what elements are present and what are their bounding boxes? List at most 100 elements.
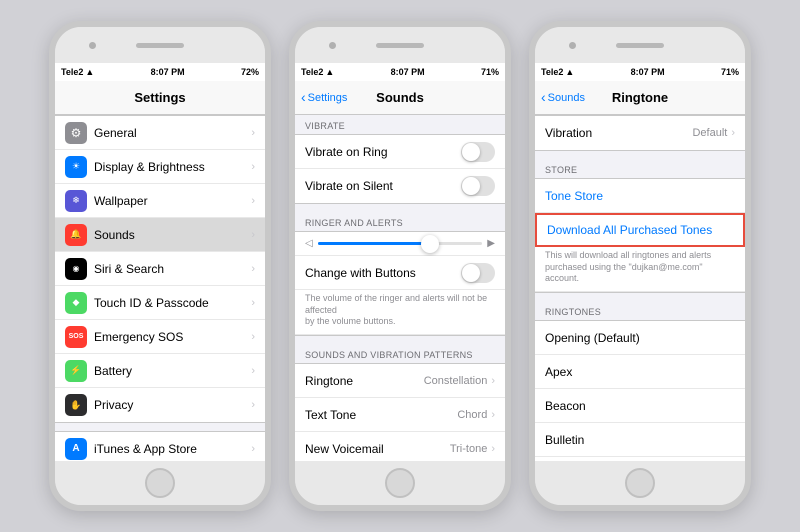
ringtone-opening[interactable]: Opening (Default) bbox=[535, 321, 745, 355]
camera-1 bbox=[89, 42, 96, 49]
vibrate-ring-label: Vibrate on Ring bbox=[305, 145, 461, 159]
speaker-3 bbox=[616, 43, 664, 48]
touchid-label: Touch ID & Passcode bbox=[94, 296, 251, 310]
ringer-section: ◁ ▶ Change with Buttons The volume of th… bbox=[295, 231, 505, 336]
section-1: ⚙ General › ☀ Display & Brightness › ❄ W… bbox=[55, 115, 265, 423]
battery-3: 71% bbox=[721, 67, 739, 77]
phone-bottom-2 bbox=[295, 461, 505, 505]
signal-1: ▲ bbox=[85, 67, 94, 77]
ringtone-opening-label: Opening (Default) bbox=[545, 331, 735, 345]
settings-list: ⚙ General › ☀ Display & Brightness › ❄ W… bbox=[55, 115, 265, 461]
chevron-wallpaper: › bbox=[251, 195, 255, 207]
list-item-sounds[interactable]: 🔔 Sounds › bbox=[55, 218, 265, 252]
ringtone-by-the-seaside[interactable]: By The Seaside bbox=[535, 457, 745, 461]
download-tones-item[interactable]: Download All Purchased Tones bbox=[535, 213, 745, 247]
ringtone-beacon-label: Beacon bbox=[545, 399, 735, 413]
vibrate-section: Vibrate on Ring Vibrate on Silent bbox=[295, 134, 505, 204]
sounds-content: VIBRATE Vibrate on Ring Vibrate on Silen… bbox=[295, 115, 505, 461]
appstore-label: iTunes & App Store bbox=[94, 442, 251, 456]
time-2: 8:07 PM bbox=[391, 67, 425, 77]
ringtone-content: Vibration Default › STORE Tone Store Dow… bbox=[535, 115, 745, 461]
list-item-wallpaper[interactable]: ❄ Wallpaper › bbox=[55, 184, 265, 218]
vibrate-ring-item[interactable]: Vibrate on Ring bbox=[295, 135, 505, 169]
general-icon: ⚙ bbox=[65, 122, 87, 144]
list-item-battery[interactable]: ⚡ Battery › bbox=[55, 354, 265, 388]
carrier-2: Tele2 bbox=[301, 67, 323, 77]
list-item-privacy[interactable]: ✋ Privacy › bbox=[55, 388, 265, 422]
ringtone-bulletin-label: Bulletin bbox=[545, 433, 735, 447]
ringtone-bulletin[interactable]: Bulletin bbox=[535, 423, 745, 457]
general-label: General bbox=[94, 126, 251, 140]
download-tones-label: Download All Purchased Tones bbox=[547, 223, 733, 237]
vol-high-icon: ▶ bbox=[487, 238, 495, 249]
vibration-item[interactable]: Vibration Default › bbox=[535, 116, 745, 150]
status-right-2: 71% bbox=[481, 67, 499, 77]
chevron-siri: › bbox=[251, 263, 255, 275]
status-left-3: Tele2 ▲ bbox=[541, 67, 574, 77]
time-3: 8:07 PM bbox=[631, 67, 665, 77]
phone-top-3 bbox=[535, 27, 745, 63]
list-item-general[interactable]: ⚙ General › bbox=[55, 116, 265, 150]
sos-icon: SOS bbox=[65, 326, 87, 348]
ringtones-header: RINGTONES bbox=[535, 301, 745, 320]
ringtone-beacon[interactable]: Beacon bbox=[535, 389, 745, 423]
text-tone-item[interactable]: Text Tone Chord › bbox=[295, 398, 505, 432]
signal-2: ▲ bbox=[325, 67, 334, 77]
list-item-display[interactable]: ☀ Display & Brightness › bbox=[55, 150, 265, 184]
back-button-2[interactable]: ‹ Settings bbox=[301, 91, 347, 104]
vibrate-header: VIBRATE bbox=[295, 115, 505, 134]
nav-title-3: Ringtone bbox=[612, 90, 668, 105]
new-voicemail-item[interactable]: New Voicemail Tri-tone › bbox=[295, 432, 505, 461]
status-bar-3: Tele2 ▲ 8:07 PM 71% bbox=[535, 63, 745, 81]
home-button-2[interactable] bbox=[385, 468, 415, 498]
vibrate-silent-toggle[interactable] bbox=[461, 176, 495, 196]
speaker-2 bbox=[376, 43, 424, 48]
signal-3: ▲ bbox=[565, 67, 574, 77]
home-button-3[interactable] bbox=[625, 468, 655, 498]
new-voicemail-label: New Voicemail bbox=[305, 442, 450, 456]
list-item-appstore[interactable]: A iTunes & App Store › bbox=[55, 432, 265, 461]
change-buttons-item[interactable]: Change with Buttons bbox=[295, 256, 505, 290]
sounds-patterns-header: SOUNDS AND VIBRATION PATTERNS bbox=[295, 344, 505, 363]
vibrate-silent-item[interactable]: Vibrate on Silent bbox=[295, 169, 505, 203]
ringtone-item[interactable]: Ringtone Constellation › bbox=[295, 364, 505, 398]
siri-label: Siri & Search bbox=[94, 262, 251, 276]
change-buttons-toggle[interactable] bbox=[461, 263, 495, 283]
home-button-1[interactable] bbox=[145, 468, 175, 498]
appstore-icon: A bbox=[65, 438, 87, 460]
chevron-touchid: › bbox=[251, 297, 255, 309]
wallpaper-icon: ❄ bbox=[65, 190, 87, 212]
screen-2: Tele2 ▲ 8:07 PM 71% ‹ Settings Sounds VI… bbox=[295, 63, 505, 461]
tone-store-item[interactable]: Tone Store bbox=[535, 179, 745, 213]
nav-title-1: Settings bbox=[134, 90, 185, 105]
list-item-siri[interactable]: ◉ Siri & Search › bbox=[55, 252, 265, 286]
chevron-battery: › bbox=[251, 365, 255, 377]
list-item-sos[interactable]: SOS Emergency SOS › bbox=[55, 320, 265, 354]
back-label-3: Sounds bbox=[548, 92, 585, 104]
toggle-knob-3 bbox=[462, 264, 480, 282]
privacy-icon: ✋ bbox=[65, 394, 87, 416]
ringtone-apex[interactable]: Apex bbox=[535, 355, 745, 389]
phone-top-1 bbox=[55, 27, 265, 63]
screen-3: Tele2 ▲ 8:07 PM 71% ‹ Sounds Ringtone Vi… bbox=[535, 63, 745, 461]
tone-store-label: Tone Store bbox=[545, 189, 735, 203]
touchid-icon: ◆ bbox=[65, 292, 87, 314]
chevron-vibration: › bbox=[731, 127, 735, 139]
section-2: A iTunes & App Store › ◼ Wallet & Apple … bbox=[55, 431, 265, 461]
phone-bottom-1 bbox=[55, 461, 265, 505]
volume-track[interactable] bbox=[318, 242, 483, 245]
status-right-1: 72% bbox=[241, 67, 259, 77]
volume-thumb[interactable] bbox=[421, 235, 439, 253]
ringer-header: RINGER AND ALERTS bbox=[295, 212, 505, 231]
carrier-1: Tele2 bbox=[61, 67, 83, 77]
camera-3 bbox=[569, 42, 576, 49]
chevron-appstore: › bbox=[251, 443, 255, 455]
sounds-icon: 🔔 bbox=[65, 224, 87, 246]
status-bar-1: Tele2 ▲ 8:07 PM 72% bbox=[55, 63, 265, 81]
back-chevron-2: ‹ bbox=[301, 90, 306, 104]
nav-bar-2: ‹ Settings Sounds bbox=[295, 81, 505, 115]
time-1: 8:07 PM bbox=[151, 67, 185, 77]
vibrate-ring-toggle[interactable] bbox=[461, 142, 495, 162]
list-item-touchid[interactable]: ◆ Touch ID & Passcode › bbox=[55, 286, 265, 320]
back-button-3[interactable]: ‹ Sounds bbox=[541, 91, 585, 104]
